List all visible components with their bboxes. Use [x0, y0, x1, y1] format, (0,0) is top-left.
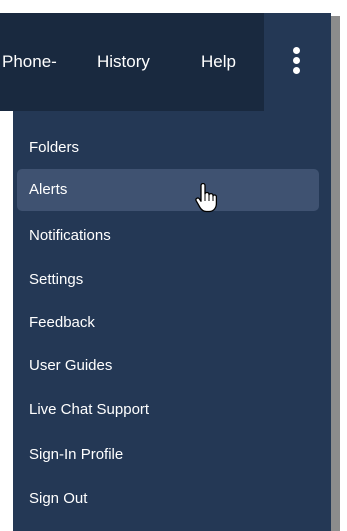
- menu-shadow: [331, 16, 340, 531]
- menu-item-label: Alerts: [29, 181, 68, 198]
- menu-item-label: Settings: [29, 271, 84, 288]
- more-menu-button[interactable]: [287, 46, 307, 76]
- menu-item-settings[interactable]: Settings: [17, 259, 319, 301]
- menu-item-label: Sign Out: [29, 490, 88, 507]
- menu-item-label: Live Chat Support: [29, 401, 150, 418]
- dropdown-menu: Folders Alerts Notifications Settings Fe…: [13, 111, 331, 531]
- kebab-vertical-icon: [293, 57, 300, 64]
- menu-item-label: Feedback: [29, 314, 95, 331]
- kebab-vertical-icon: [293, 67, 300, 74]
- menu-item-live-chat-support[interactable]: Live Chat Support: [17, 389, 319, 431]
- menu-item-label: Sign-In Profile: [29, 446, 124, 463]
- menu-item-notifications[interactable]: Notifications: [17, 215, 319, 257]
- nav-item-help[interactable]: Help: [201, 51, 236, 73]
- menu-item-sign-in-profile[interactable]: Sign-In Profile: [17, 434, 319, 476]
- menu-item-feedback[interactable]: Feedback: [17, 302, 319, 344]
- menu-item-label: Folders: [29, 139, 80, 156]
- screen: Phone- History Help Folders Alerts Notif…: [0, 0, 347, 531]
- menu-item-alerts[interactable]: Alerts: [17, 169, 319, 211]
- menu-item-folders[interactable]: Folders: [17, 127, 319, 169]
- hand-pointer-icon: [195, 183, 217, 213]
- nav-item-history[interactable]: History: [97, 51, 150, 73]
- menu-item-label: User Guides: [29, 357, 113, 374]
- nav-item-phone[interactable]: Phone-: [2, 51, 57, 73]
- kebab-vertical-icon: [293, 47, 300, 54]
- top-navigation-bar: Phone- History Help: [0, 13, 331, 111]
- menu-item-label: Notifications: [29, 227, 111, 244]
- menu-item-sign-out[interactable]: Sign Out: [17, 478, 319, 520]
- menu-item-user-guides[interactable]: User Guides: [17, 345, 319, 387]
